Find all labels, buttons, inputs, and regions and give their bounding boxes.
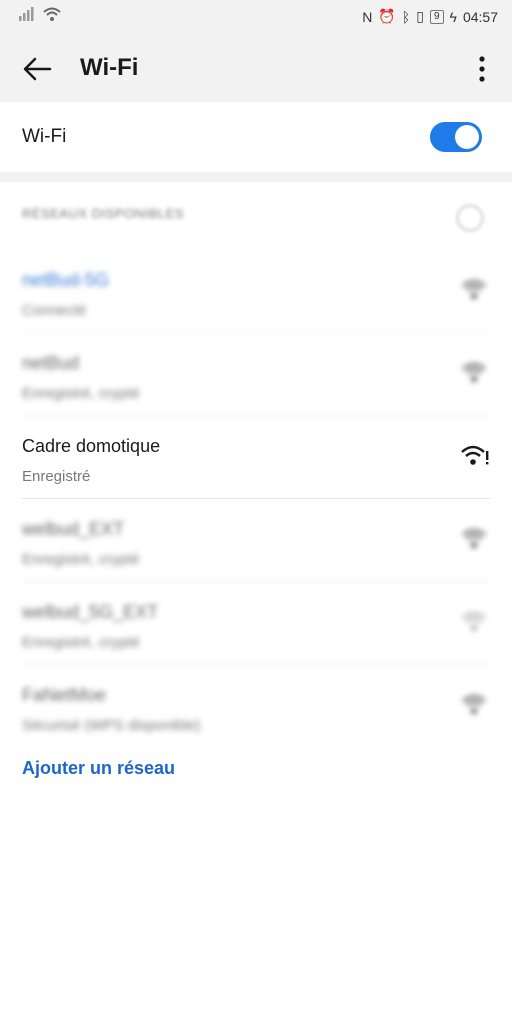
wifi-lock-icon [460, 525, 488, 553]
wifi-toggle-label: Wi-Fi [22, 126, 67, 147]
network-status: Enregistré, crypté [22, 385, 140, 402]
status-time: 04:57 [462, 8, 498, 25]
network-status: Sécurisé (WPS disponible) [22, 717, 201, 734]
network-name: netBud-5G [22, 270, 110, 290]
network-item[interactable]: netBud Enregistré, crypté [22, 333, 490, 416]
status-bar: N ⏰ ᛒ ▯ 9 ϟ 04:57 [0, 0, 512, 34]
wifi-alert-icon [460, 442, 489, 470]
network-status: Connecté [22, 302, 87, 319]
networks-section-header: RÉSEAUX DISPONIBLES [0, 182, 512, 250]
add-network-link[interactable]: Ajouter un réseau [22, 758, 175, 779]
network-status: Enregistré, crypté [22, 634, 140, 651]
network-name: welbud_EXT [22, 519, 125, 539]
network-name: welbud_5G_EXT [22, 602, 159, 622]
network-name: FaNetMoe [22, 685, 107, 705]
network-item[interactable]: netBud-5G Connecté [22, 250, 490, 333]
wifi-lock-icon [460, 359, 488, 387]
network-item[interactable]: FaNetMoe Sécurisé (WPS disponible) [22, 665, 490, 747]
status-right: N ⏰ ᛒ ▯ 9 ϟ 04:57 [362, 8, 498, 25]
wifi-weak-icon [460, 608, 488, 636]
wifi-toggle-switch[interactable] [430, 122, 482, 152]
wifi-toggle-row[interactable]: Wi-Fi [0, 102, 512, 172]
wifi-lock-icon [460, 691, 488, 719]
nfc-icon: N [362, 8, 373, 25]
network-name: netBud [22, 353, 80, 373]
app-bar: Wi-Fi [0, 34, 512, 102]
bluetooth-icon: ᛒ [401, 8, 411, 25]
network-name: Cadre domotique [22, 436, 161, 456]
network-item[interactable]: welbud_EXT Enregistré, crypté [22, 499, 490, 582]
signal-icon [18, 6, 36, 25]
network-status: Enregistré, crypté [22, 551, 140, 568]
section-divider [0, 172, 512, 182]
network-status: Enregistré [22, 468, 91, 485]
more-options-icon[interactable] [472, 54, 492, 84]
charging-icon: ϟ [449, 8, 457, 25]
battery-icon: 9 [429, 9, 444, 24]
network-item[interactable]: welbud_5G_EXT Enregistré, crypté [22, 582, 490, 665]
network-list: RÉSEAUX DISPONIBLES netBud-5G Connecté n… [0, 182, 512, 747]
alarm-icon: ⏰ [378, 8, 396, 24]
page-title: Wi-Fi [80, 54, 139, 81]
networks-section-title: RÉSEAUX DISPONIBLES [22, 206, 184, 221]
vibrate-icon: ▯ [416, 8, 424, 24]
back-arrow-icon[interactable] [20, 52, 54, 86]
scanning-spinner-icon [456, 204, 484, 232]
network-item[interactable]: Cadre domotique Enregistré [22, 416, 490, 499]
wifi-status-icon [42, 6, 62, 25]
wifi-lock-icon [460, 276, 488, 304]
status-left [18, 6, 62, 25]
